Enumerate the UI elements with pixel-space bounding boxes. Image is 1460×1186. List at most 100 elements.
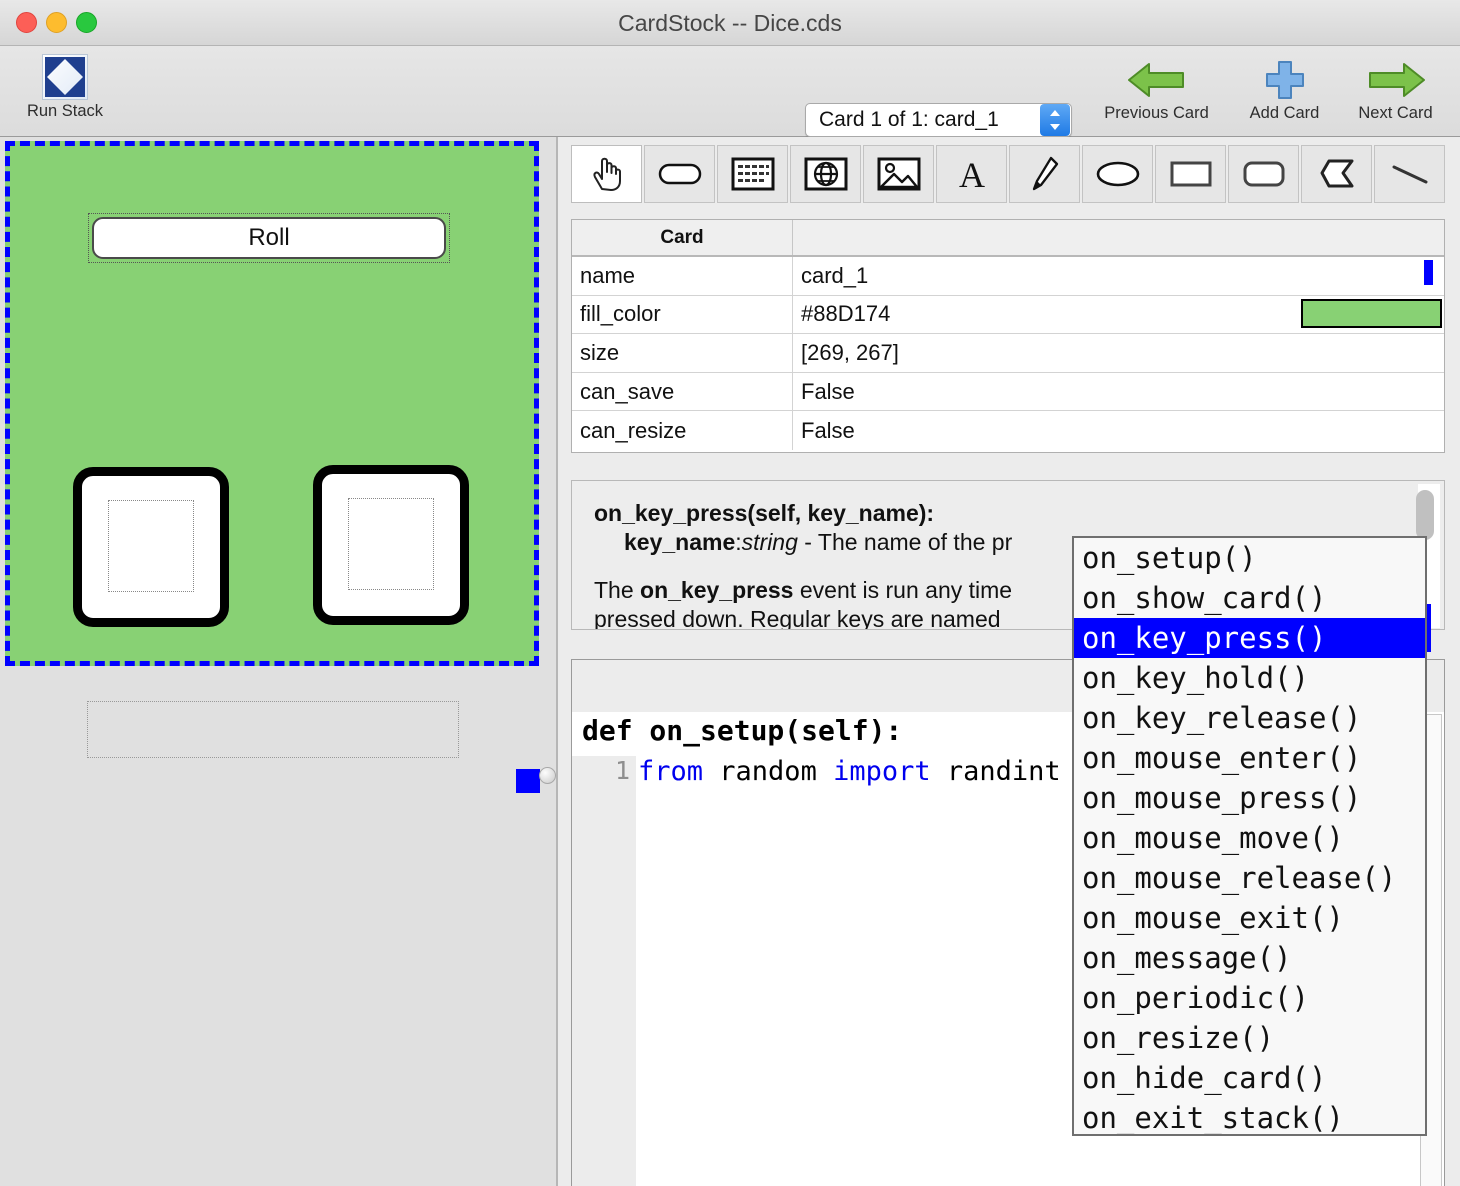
globe-icon [804,157,847,191]
chevron-updown-icon[interactable] [1040,104,1070,136]
polygon-icon [1320,159,1353,188]
property-key: can_save [572,372,793,411]
table-row[interactable]: can_save False [572,372,1444,412]
property-value[interactable]: False [793,373,1444,411]
text-label-tool-button[interactable]: A [936,145,1007,203]
image-icon [877,157,920,191]
menu-item-on-show-card[interactable]: on_show_card() [1074,578,1425,618]
menu-item-on-key-release[interactable]: on_key_release() [1074,698,1425,738]
menu-item-on-periodic[interactable]: on_periodic() [1074,978,1425,1018]
property-value[interactable]: [269, 267] [793,334,1444,372]
line-icon [1392,165,1427,184]
code-gutter: 1 [572,756,636,1186]
previous-card-label: Previous Card [1104,104,1209,122]
arrow-left-icon [1127,63,1184,97]
card-selector-dropdown[interactable]: Card 1 of 1: card_1 [805,103,1072,137]
svg-text:A: A [959,156,985,192]
keyword-import: import [833,756,931,787]
menu-item-on-key-hold[interactable]: on_key_hold() [1074,658,1425,698]
card-resize-corner[interactable] [516,769,540,793]
property-header-value [793,220,1444,255]
card-surface[interactable]: Roll [5,141,539,758]
help-scrollbar-thumb[interactable] [1416,490,1434,540]
property-key: size [572,334,793,372]
pencil-icon [1032,156,1058,191]
rectangle-tool-button[interactable] [1155,145,1226,203]
property-table-header: Card [572,220,1444,257]
help-panel-selection-marker [1424,260,1433,285]
table-row[interactable]: name card_1 [572,257,1444,296]
line-tool-button[interactable] [1374,145,1445,203]
add-card-button[interactable]: Add Card [1232,58,1337,123]
round-rectangle-tool-button[interactable] [1228,145,1299,203]
roll-button[interactable]: Roll [92,217,446,259]
menu-item-on-mouse-exit[interactable]: on_mouse_exit() [1074,898,1425,938]
die-two-outline [348,498,434,590]
hand-pointer-icon [593,157,621,191]
menu-item-on-mouse-enter[interactable]: on_mouse_enter() [1074,738,1425,778]
menu-item-on-hide-card[interactable]: on_hide_card() [1074,1058,1425,1098]
event-handler-popup-menu[interactable]: on_setup() on_show_card() on_key_press()… [1072,536,1427,1136]
die-one-outline [108,500,194,592]
polygon-tool-button[interactable] [1301,145,1372,203]
text-field-tool-button[interactable] [717,145,788,203]
rounded-rectangle-icon [1243,161,1284,187]
help-param-name: key_name [624,529,736,556]
pane-resize-knob[interactable] [539,767,556,784]
plus-icon [1265,61,1304,99]
die-one[interactable] [73,467,229,627]
table-row[interactable]: size [269, 267] [572,334,1444,373]
help-body-event: on_key_press [640,576,794,603]
arrow-right-icon [1368,63,1425,97]
pen-tool-button[interactable] [1009,145,1080,203]
next-card-button[interactable]: Next Card [1343,58,1448,123]
property-value[interactable]: #88D174 [801,301,890,327]
main-toolbar: Run Stack Card 1 of 1: card_1 Previous C… [0,46,1460,137]
add-card-label: Add Card [1249,104,1320,122]
window-title-bar: CardStock -- Dice.cds [0,0,1460,46]
menu-item-on-mouse-press[interactable]: on_mouse_press() [1074,778,1425,818]
oval-tool-button[interactable] [1082,145,1153,203]
property-value[interactable]: card_1 [793,257,1444,295]
rectangle-icon [1170,161,1211,187]
property-key: can_resize [572,411,793,450]
handler-definition-line: def on_setup(self): [582,714,903,747]
property-key: name [572,257,793,295]
code-line-1[interactable]: from random import randint [638,756,1061,787]
card-selector-value: Card 1 of 1: card_1 [819,108,999,131]
result-text-field[interactable] [87,701,459,758]
line-number: 1 [614,756,630,785]
help-body-prefix: The [594,576,641,603]
menu-item-on-mouse-release[interactable]: on_mouse_release() [1074,858,1425,898]
menu-item-on-key-press[interactable]: on_key_press() [1074,618,1425,658]
next-card-label: Next Card [1358,104,1433,122]
table-row[interactable]: fill_color #88D174 [572,295,1444,335]
menu-item-on-resize[interactable]: on_resize() [1074,1018,1425,1058]
property-value[interactable]: False [793,411,1444,450]
run-stack-button[interactable]: Run Stack [22,54,108,121]
keyword-from: from [638,756,704,787]
web-view-tool-button[interactable] [790,145,861,203]
fill-color-swatch[interactable] [1301,298,1442,328]
text-field-icon [731,157,774,191]
tool-palette: A [571,145,1447,203]
previous-card-button[interactable]: Previous Card [1090,58,1223,123]
hand-tool-button[interactable] [571,145,642,203]
cardstock-window: CardStock -- Dice.cds Run Stack Card 1 o… [0,0,1460,1186]
menu-item-on-exit-stack[interactable]: on_exit_stack() [1074,1098,1425,1134]
image-tool-button[interactable] [863,145,934,203]
roll-button-label: Roll [248,224,290,251]
property-inspector-table: Card name card_1 fill_color #88D174 size… [571,219,1445,453]
table-row[interactable]: can_resize False [572,411,1444,450]
run-stack-icon [42,54,88,100]
menu-item-on-message[interactable]: on_message() [1074,938,1425,978]
die-two[interactable] [313,465,469,625]
property-key: fill_color [572,295,793,334]
button-tool-button[interactable] [644,145,715,203]
help-param-desc: - The name of the pr [797,529,1013,556]
help-signature: on_key_press(self, key_name): [594,500,935,526]
letter-a-icon: A [959,156,985,192]
menu-item-on-setup[interactable]: on_setup() [1074,538,1425,578]
menu-item-on-mouse-move[interactable]: on_mouse_move() [1074,818,1425,858]
property-header-key: Card [572,220,793,255]
